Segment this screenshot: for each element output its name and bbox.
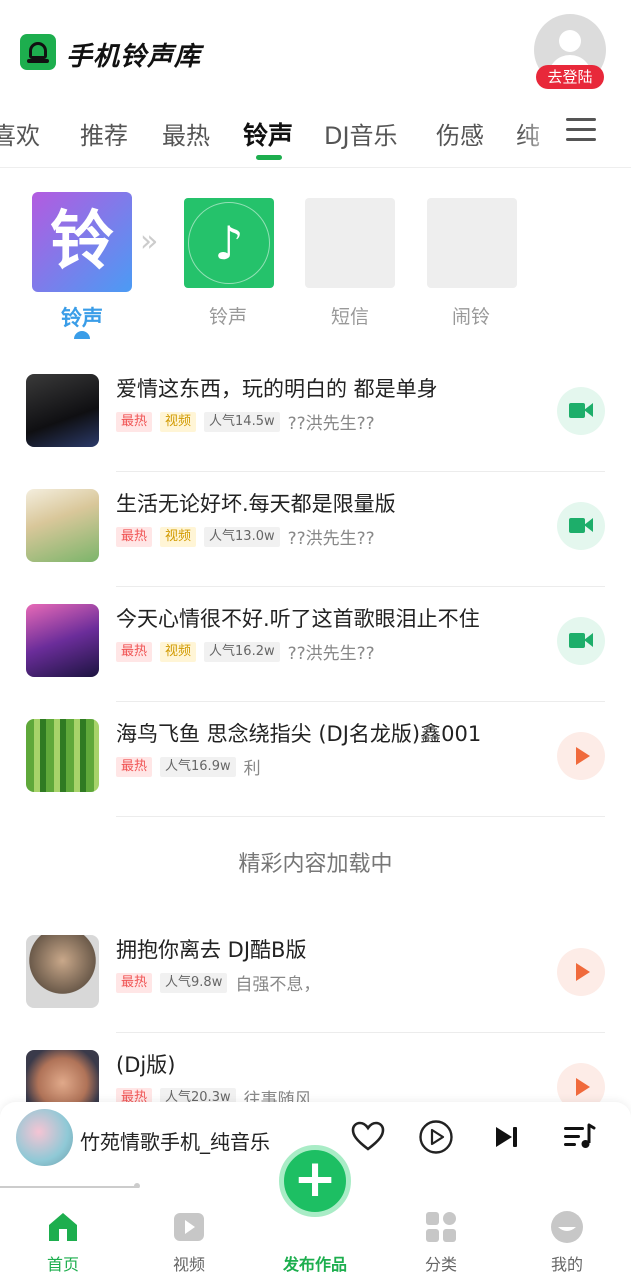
nav-label-video: 视频 [172, 1255, 205, 1274]
category-label-sms[interactable]: 短信 [300, 302, 400, 329]
author-name: 利 [243, 759, 261, 779]
loading-text: 精彩内容加载中 [238, 852, 393, 877]
popularity-badge: 人气9.8w [160, 972, 228, 993]
hot-tag: 最热 [116, 411, 153, 432]
play-button[interactable] [557, 948, 605, 996]
author-name: ??洪先生?? [287, 529, 375, 549]
tab-like[interactable]: 喜欢 [0, 116, 40, 151]
music-note-icon: ♪ [214, 216, 244, 270]
hot-tag: 最热 [116, 641, 153, 662]
author-name: 自强不息， [235, 975, 321, 995]
song-thumbnail [26, 489, 99, 562]
song-title: 爱情这东西，玩的明白的 都是单身 [116, 377, 438, 401]
popularity-badge: 人气13.0w [204, 526, 280, 547]
ringtone-category-icon[interactable]: 铃 [32, 192, 132, 292]
video-icon [569, 633, 585, 648]
active-tab-indicator [256, 155, 282, 160]
song-title: 海鸟飞鱼 思念绕指尖 (DJ名龙版)鑫001 [116, 722, 482, 746]
heart-icon[interactable] [350, 1119, 386, 1155]
sms-tile[interactable] [305, 198, 395, 288]
tab-recommend[interactable]: 推荐 [80, 116, 128, 151]
login-button[interactable]: 去登陆 [536, 65, 604, 89]
tab-hot[interactable]: 最热 [162, 116, 210, 151]
popularity-badge: 人气16.2w [204, 641, 280, 662]
menu-icon[interactable] [566, 118, 596, 142]
list-item[interactable]: 爱情这东西，玩的明白的 都是单身 最热 视频 人气14.5w ??洪先生?? [0, 357, 631, 472]
list-item[interactable]: 生活无论好坏.每天都是限量版 最热 视频 人气13.0w ??洪先生?? [0, 472, 631, 587]
play-icon [576, 747, 590, 765]
nav-label-category: 分类 [424, 1255, 457, 1274]
category-label-ringtone[interactable]: 铃声 [178, 302, 278, 329]
song-thumbnail [26, 374, 99, 447]
nav-label-profile: 我的 [550, 1255, 583, 1274]
video-icon [569, 403, 585, 418]
category-icon [426, 1212, 456, 1242]
video-play-button[interactable] [557, 502, 605, 550]
song-thumbnail [26, 935, 99, 1008]
list-item[interactable]: 海鸟飞鱼 思念绕指尖 (DJ名龙版)鑫001 最热 人气16.9w 利 [0, 702, 631, 817]
home-icon [49, 1213, 77, 1241]
song-title: (Dj版) [116, 1053, 176, 1077]
category-active-indicator [74, 331, 90, 339]
video-tag: 视频 [160, 641, 197, 662]
author-name: ??洪先生?? [287, 644, 375, 664]
video-play-button[interactable] [557, 617, 605, 665]
video-icon [569, 518, 585, 533]
tab-sad[interactable]: 伤感 [436, 116, 484, 151]
song-thumbnail [26, 719, 99, 792]
app-logo-icon [20, 34, 56, 70]
song-title: 今天心情很不好.听了这首歌眼泪止不住 [116, 607, 480, 631]
nav-home[interactable]: 首页 [13, 1188, 113, 1280]
app-header: 手机铃声库 去登陆 [0, 0, 631, 100]
nav-label-home: 首页 [46, 1255, 79, 1274]
profile-icon [551, 1211, 583, 1243]
app-title: 手机铃声库 [66, 42, 202, 72]
category-tabs: 喜欢 推荐 最热 铃声 DJ音乐 伤感 纯 [0, 108, 631, 168]
play-icon [576, 963, 590, 981]
nav-category[interactable]: 分类 [391, 1188, 491, 1280]
nav-video[interactable]: 视频 [139, 1188, 239, 1280]
list-item[interactable]: 拥抱你离去 DJ酷B版 最热 人气9.8w 自强不息， [0, 918, 631, 1033]
list-item[interactable]: 今天心情很不好.听了这首歌眼泪止不住 最热 视频 人气16.2w ??洪先生?? [0, 587, 631, 702]
alarm-tile[interactable] [427, 198, 517, 288]
song-title: 生活无论好坏.每天都是限量版 [116, 492, 396, 516]
popularity-badge: 人气14.5w [204, 411, 280, 432]
chevron-right-icon: » [140, 224, 159, 259]
category-label-ringtone-active[interactable]: 铃声 [32, 302, 132, 332]
popularity-badge: 人气16.9w [160, 756, 236, 777]
hot-tag: 最热 [116, 972, 153, 993]
tab-dj-music[interactable]: DJ音乐 [324, 116, 398, 151]
video-tag: 视频 [160, 411, 197, 432]
hot-tag: 最热 [116, 526, 153, 547]
next-track-icon[interactable] [488, 1119, 524, 1155]
video-tag: 视频 [160, 526, 197, 547]
playlist-icon[interactable] [561, 1119, 597, 1155]
publish-button[interactable]: + [279, 1145, 351, 1217]
tab-ringtone[interactable]: 铃声 [243, 116, 293, 152]
nav-profile[interactable]: 我的 [517, 1188, 617, 1280]
now-playing-title[interactable]: 竹苑情歌手机_纯音乐 [80, 1126, 270, 1155]
hot-tag: 最热 [116, 756, 153, 777]
video-play-button[interactable] [557, 387, 605, 435]
now-playing-cover[interactable] [16, 1109, 73, 1166]
play-circle-icon[interactable] [418, 1119, 454, 1155]
play-icon [576, 1078, 590, 1096]
category-label-alarm[interactable]: 闹铃 [421, 302, 521, 329]
song-title: 拥抱你离去 DJ酷B版 [116, 938, 307, 962]
play-button[interactable] [557, 732, 605, 780]
ringtone-categories: 铃 铃声 » ♪ 铃声 短信 闹铃 [0, 188, 631, 348]
video-icon [174, 1213, 204, 1241]
song-thumbnail [26, 604, 99, 677]
publish-label[interactable]: 发布作品 [265, 1251, 365, 1275]
author-name: ??洪先生?? [287, 414, 375, 434]
ringtone-tile[interactable]: ♪ [184, 198, 274, 288]
